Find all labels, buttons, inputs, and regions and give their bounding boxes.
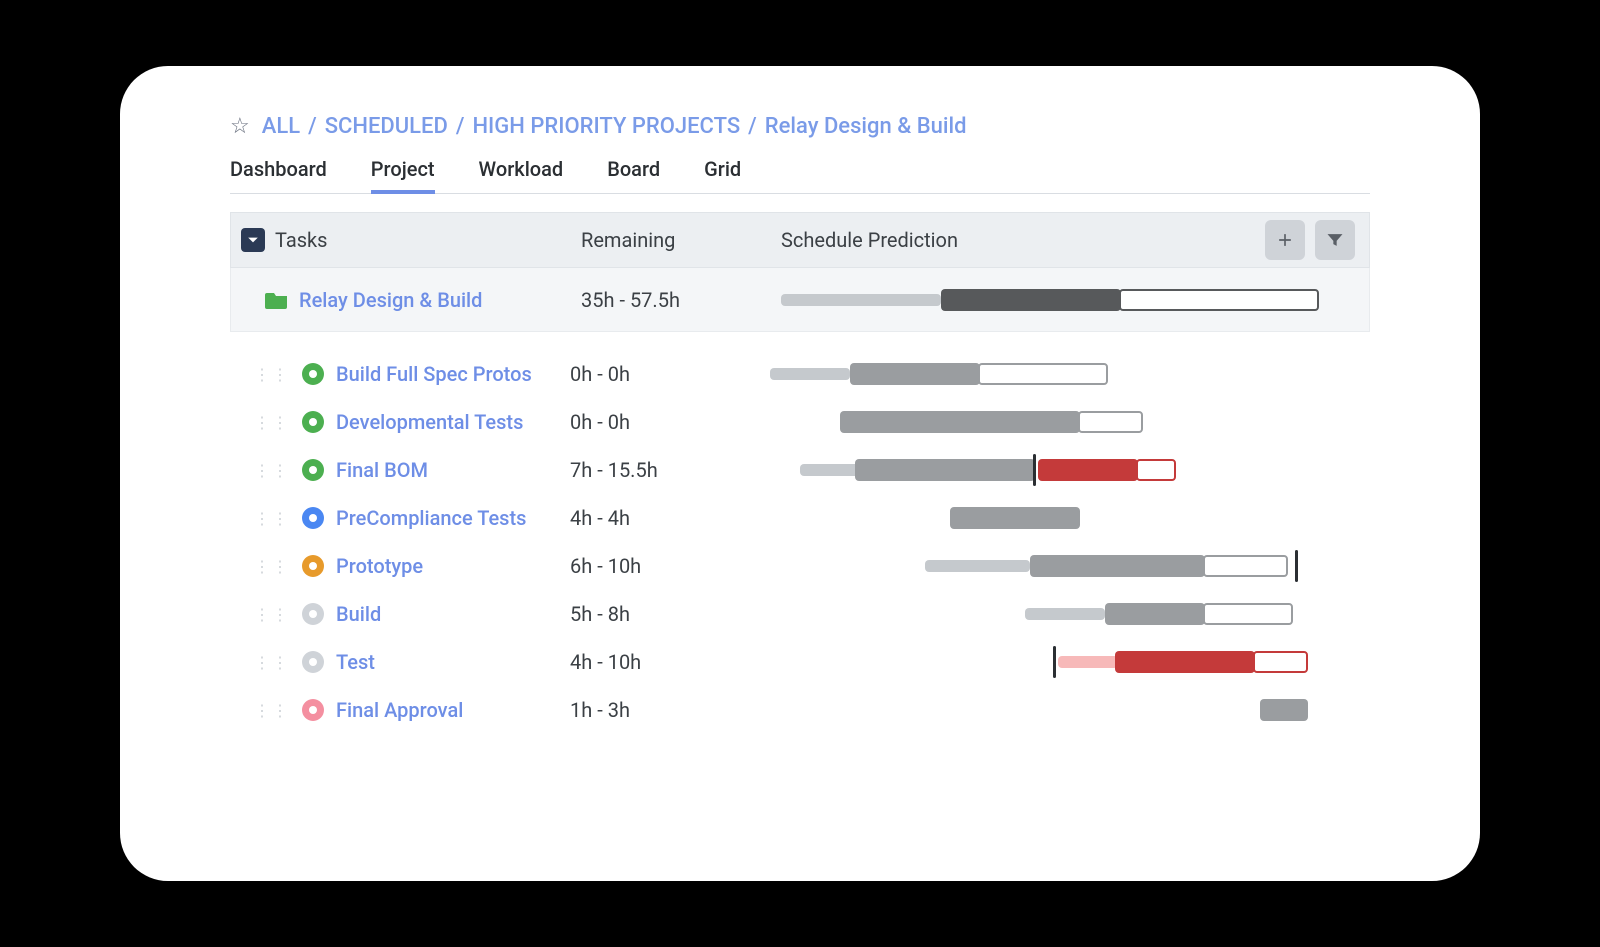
table-row[interactable]: ⋮⋮ Developmental Tests 0h - 0h (230, 398, 1370, 446)
tab-project[interactable]: Project (371, 149, 435, 193)
column-header-remaining: Remaining (581, 228, 781, 252)
drag-handle-icon[interactable]: ⋮⋮ (254, 413, 290, 432)
task-remaining: 0h - 0h (570, 410, 770, 434)
filter-button[interactable] (1315, 220, 1355, 260)
collapse-toggle[interactable] (241, 228, 265, 252)
breadcrumb-link[interactable]: HIGH PRIORITY PROJECTS (472, 114, 740, 139)
status-dot (302, 459, 324, 481)
task-timeline (770, 647, 1370, 677)
task-timeline (770, 503, 1370, 533)
drag-handle-icon[interactable]: ⋮⋮ (254, 509, 290, 528)
table-row[interactable]: ⋮⋮ Final Approval 1h - 3h (230, 686, 1370, 734)
parent-task-row[interactable]: Relay Design & Build 35h - 57.5h (230, 268, 1370, 332)
deadline-marker (1295, 550, 1298, 582)
status-dot (302, 603, 324, 625)
drag-handle-icon[interactable]: ⋮⋮ (254, 653, 290, 672)
deadline-marker (1033, 454, 1036, 486)
task-remaining: 6h - 10h (570, 554, 770, 578)
task-timeline (770, 407, 1370, 437)
project-card: ☆ ALL / SCHEDULED / HIGH PRIORITY PROJEC… (120, 66, 1480, 881)
task-name[interactable]: Prototype (336, 554, 423, 578)
task-name[interactable]: PreCompliance Tests (336, 506, 526, 530)
chevron-down-icon (247, 234, 259, 246)
breadcrumb-sep: / (748, 114, 757, 139)
table-row[interactable]: ⋮⋮ Final BOM 7h - 15.5h (230, 446, 1370, 494)
table-row[interactable]: ⋮⋮ Build 5h - 8h (230, 590, 1370, 638)
drag-handle-icon[interactable]: ⋮⋮ (254, 701, 290, 720)
task-rows: ⋮⋮ Build Full Spec Protos 0h - 0h ⋮⋮ Dev… (230, 332, 1370, 734)
tab-board[interactable]: Board (607, 149, 660, 193)
task-timeline (770, 455, 1370, 485)
status-dot (302, 699, 324, 721)
status-dot (302, 555, 324, 577)
drag-handle-icon[interactable]: ⋮⋮ (254, 461, 290, 480)
deadline-marker (1053, 646, 1056, 678)
filter-icon (1325, 230, 1345, 250)
table-row[interactable]: ⋮⋮ Prototype 6h - 10h (230, 542, 1370, 590)
status-dot (302, 651, 324, 673)
tab-grid[interactable]: Grid (704, 149, 741, 193)
folder-icon (265, 290, 289, 310)
task-remaining: 0h - 0h (570, 362, 770, 386)
task-remaining: 5h - 8h (570, 602, 770, 626)
task-name[interactable]: Final BOM (336, 458, 428, 482)
drag-handle-icon[interactable]: ⋮⋮ (254, 557, 290, 576)
task-timeline (770, 551, 1370, 581)
status-dot (302, 363, 324, 385)
view-tabs: Dashboard Project Workload Board Grid (230, 149, 1370, 194)
task-timeline (770, 599, 1370, 629)
task-name[interactable]: Test (336, 650, 375, 674)
add-task-button[interactable] (1265, 220, 1305, 260)
task-name[interactable]: Build Full Spec Protos (336, 362, 532, 386)
breadcrumb: ☆ ALL / SCHEDULED / HIGH PRIORITY PROJEC… (230, 114, 1370, 139)
parent-timeline (781, 285, 1359, 315)
task-timeline (770, 359, 1370, 389)
tab-workload[interactable]: Workload (479, 149, 564, 193)
task-name[interactable]: Final Approval (336, 698, 463, 722)
task-name[interactable]: Developmental Tests (336, 410, 523, 434)
status-dot (302, 507, 324, 529)
task-name[interactable]: Build (336, 602, 381, 626)
task-remaining: 4h - 4h (570, 506, 770, 530)
status-dot (302, 411, 324, 433)
breadcrumb-sep: / (308, 114, 317, 139)
plus-icon (1275, 230, 1295, 250)
breadcrumb-sep: / (456, 114, 465, 139)
table-row[interactable]: ⋮⋮ Test 4h - 10h (230, 638, 1370, 686)
parent-remaining: 35h - 57.5h (581, 288, 781, 312)
drag-handle-icon[interactable]: ⋮⋮ (254, 605, 290, 624)
task-remaining: 1h - 3h (570, 698, 770, 722)
tab-dashboard[interactable]: Dashboard (230, 149, 327, 193)
table-header: Tasks Remaining Schedule Prediction (230, 212, 1370, 268)
table-row[interactable]: ⋮⋮ Build Full Spec Protos 0h - 0h (230, 350, 1370, 398)
column-header-schedule: Schedule Prediction (781, 228, 958, 252)
favorite-star-icon[interactable]: ☆ (230, 114, 250, 139)
breadcrumb-link[interactable]: SCHEDULED (325, 114, 448, 139)
breadcrumb-link[interactable]: Relay Design & Build (765, 114, 967, 139)
table-row[interactable]: ⋮⋮ PreCompliance Tests 4h - 4h (230, 494, 1370, 542)
task-remaining: 4h - 10h (570, 650, 770, 674)
breadcrumb-link[interactable]: ALL (262, 114, 300, 139)
parent-task-name[interactable]: Relay Design & Build (299, 288, 482, 312)
task-remaining: 7h - 15.5h (570, 458, 770, 482)
task-timeline (770, 695, 1370, 725)
column-header-tasks: Tasks (275, 228, 328, 252)
drag-handle-icon[interactable]: ⋮⋮ (254, 365, 290, 384)
